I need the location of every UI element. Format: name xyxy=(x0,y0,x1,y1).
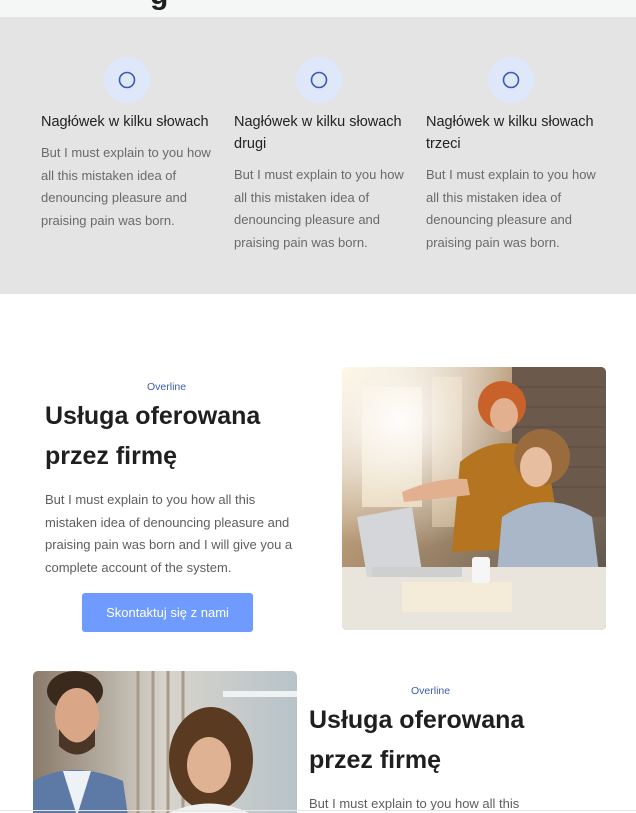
feature-text: But I must explain to you how all this m… xyxy=(41,145,211,228)
photo-illustration xyxy=(342,367,606,630)
circle-icon xyxy=(296,57,342,103)
overline: Overline xyxy=(411,685,451,697)
service-title: Usługa oferowana przez firmę xyxy=(309,706,525,774)
circle-icon xyxy=(104,57,150,103)
feature-text: But I must explain to you how all this m… xyxy=(426,167,596,250)
office-photo-man-woman xyxy=(33,671,297,813)
divider xyxy=(0,810,636,811)
office-photo-two-women xyxy=(342,367,606,630)
features-section: Nagłówek w kilku słowach But I must expl… xyxy=(0,17,636,294)
service-text: But I must explain to you how all this xyxy=(309,796,520,811)
circle-icon xyxy=(488,57,534,103)
overline: Overline xyxy=(147,381,187,393)
service-title: Usługa oferowana przez firmę xyxy=(45,402,261,470)
page: g Nagłówek w kilku słowach But I must ex… xyxy=(0,0,636,813)
clipped-heading: g xyxy=(150,0,168,12)
photo-illustration xyxy=(33,671,297,813)
feature-title: Nagłówek w kilku słowach drugi xyxy=(234,114,402,152)
feature-title: Nagłówek w kilku słowach trzeci xyxy=(426,114,594,152)
feature-title: Nagłówek w kilku słowach xyxy=(41,114,209,130)
previous-section: g xyxy=(0,0,636,18)
contact-button[interactable]: Skontaktuj się z nami xyxy=(82,593,253,632)
service-text: But I must explain to you how all this m… xyxy=(45,492,293,575)
feature-text: But I must explain to you how all this m… xyxy=(234,167,404,250)
